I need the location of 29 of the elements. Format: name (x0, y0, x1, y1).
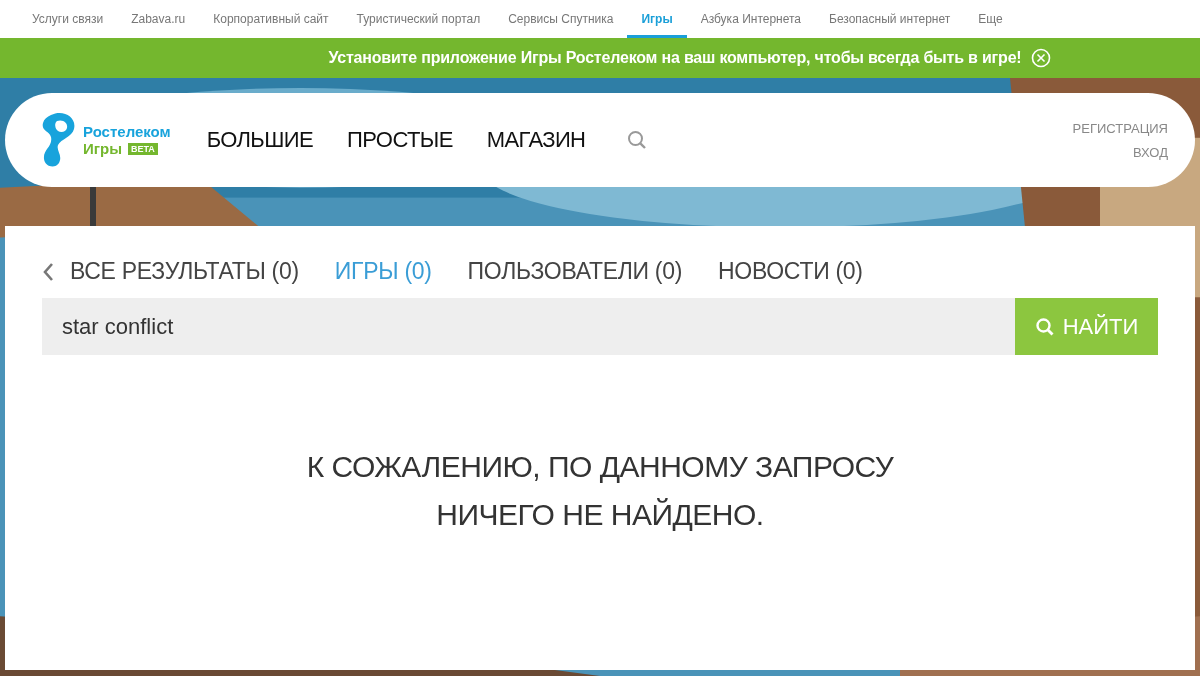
menu-link[interactable]: БОЛЬШИЕ (206, 127, 314, 153)
banner-text: Установите приложение Игры Ростелеком на ваш компьютер, чтобы всегда быть в игре! (328, 49, 1022, 67)
search-icon[interactable] (627, 130, 648, 150)
menu-link[interactable]: ПРОСТЫЕ (347, 127, 453, 153)
result-tab[interactable]: ВСЕ РЕЗУЛЬТАТЫ (0) (70, 258, 299, 285)
product-name: Игры (83, 140, 122, 157)
site-link[interactable]: Безопасный интернет (815, 0, 965, 38)
search-field[interactable]: star conflict (42, 298, 1015, 355)
auth-link[interactable]: РЕГИСТРАЦИЯ (1072, 120, 1168, 136)
site-link[interactable]: Туристический портал (342, 0, 495, 38)
site-link[interactable]: Zabava.ru (117, 0, 200, 38)
close-icon[interactable] (1031, 48, 1052, 68)
back-icon[interactable] (42, 261, 54, 282)
beta-badge: BETA (128, 142, 158, 155)
auth-link[interactable]: ВХОД (1133, 144, 1168, 160)
brand-name: Ростелеком (83, 123, 171, 140)
site-link[interactable]: Услуги связи (18, 0, 118, 38)
site-link[interactable]: Корпоративный сайт (199, 0, 343, 38)
result-tab[interactable]: НОВОСТИ (0) (718, 258, 863, 285)
result-tab[interactable]: ПОЛЬЗОВАТЕЛИ (0) (467, 258, 683, 285)
site-link[interactable]: Азбука Интернета (686, 0, 816, 38)
menu-link[interactable]: МАГАЗИН (486, 127, 586, 153)
result-tab[interactable]: ИГРЫ (0) (334, 258, 432, 285)
no-results-message: НИЧЕГО НЕ НАЙДЕНО. (436, 498, 764, 532)
site-link[interactable]: Еще (964, 0, 1017, 38)
site-link[interactable]: Сервисы Спутника (494, 0, 628, 38)
logo-icon (41, 111, 77, 169)
search-icon (1034, 316, 1055, 337)
no-results-message: К СОЖАЛЕНИЮ, ПО ДАННОМУ ЗАПРОСУ (306, 450, 894, 484)
